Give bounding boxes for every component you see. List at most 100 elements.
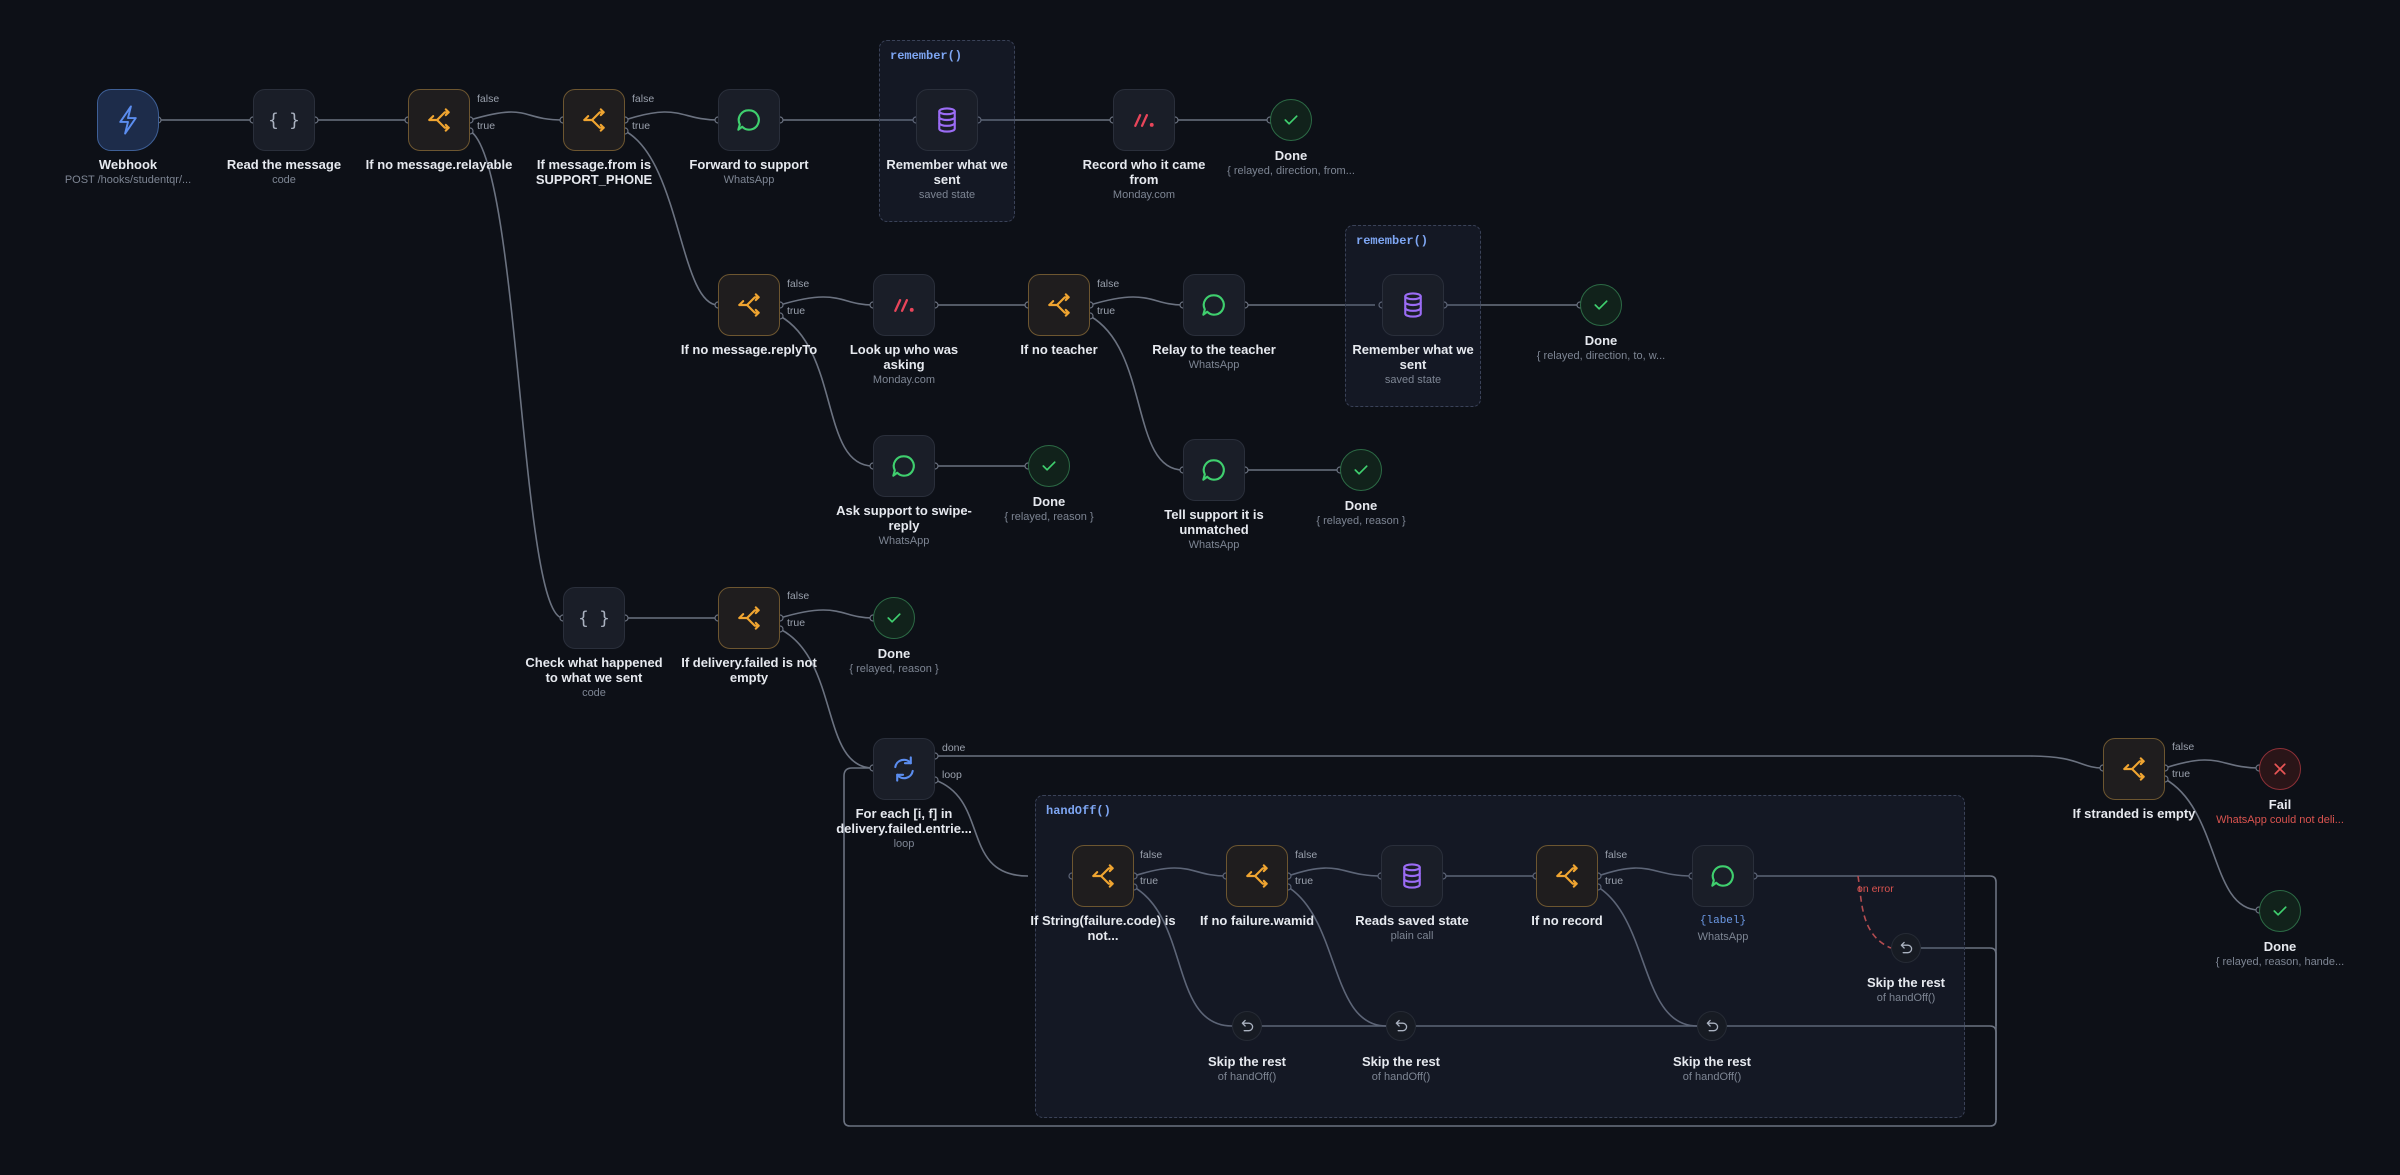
branch-icon — [719, 588, 779, 648]
node-label: If String(failure.code) is not... — [1030, 913, 1176, 943]
chat-icon — [1693, 846, 1753, 906]
node-label: Read the message code — [226, 157, 342, 186]
bolt-icon — [98, 90, 158, 150]
chat-icon — [1184, 440, 1244, 500]
done-node-1[interactable] — [1270, 99, 1312, 141]
remember-node-1[interactable] — [916, 89, 978, 151]
node-label: If no record — [1531, 913, 1603, 928]
done-node-6[interactable] — [2259, 890, 2301, 932]
chat-icon — [1184, 275, 1244, 335]
node-label: Ask support to swipe-reply WhatsApp — [836, 503, 972, 547]
node-label: Remember what we sent saved state — [886, 157, 1008, 201]
whatsapp-label-node[interactable] — [1692, 845, 1754, 907]
node-label: Record who it came from Monday.com — [1082, 157, 1206, 201]
port-label-false: false — [477, 93, 500, 105]
node-label: Tell support it is unmatched WhatsApp — [1164, 507, 1264, 551]
monday-icon — [1114, 90, 1174, 150]
lookup-node[interactable] — [873, 274, 935, 336]
if-failed-node[interactable] — [718, 587, 780, 649]
webhook-node[interactable] — [97, 89, 159, 151]
port-label-true: true — [1140, 875, 1159, 887]
node-label: Look up who was asking Monday.com — [849, 342, 959, 386]
branch-icon — [1073, 846, 1133, 906]
port-label-false: false — [1140, 849, 1163, 861]
check-icon — [1581, 285, 1621, 325]
branch-icon — [1537, 846, 1597, 906]
forward-node[interactable] — [718, 89, 780, 151]
close-icon — [2260, 749, 2300, 789]
read-message-node[interactable]: { } — [253, 89, 315, 151]
node-label: Done{ relayed, reason } — [1316, 498, 1406, 527]
edge — [935, 755, 2104, 769]
port-label-true: true — [632, 120, 651, 132]
skip-node-1[interactable] — [1232, 1011, 1262, 1041]
edge — [1089, 296, 1184, 306]
node-label: Done{ relayed, direction, from... — [1227, 148, 1355, 177]
node-label: {label} WhatsApp — [1697, 915, 1749, 943]
branch-icon — [2104, 739, 2164, 799]
if-code-node[interactable] — [1072, 845, 1134, 907]
node-label: Done{ relayed, reason } — [849, 646, 939, 675]
reads-state-node[interactable] — [1381, 845, 1443, 907]
database-icon — [917, 90, 977, 150]
if-from-node[interactable] — [563, 89, 625, 151]
check-icon — [874, 598, 914, 638]
remember-node-2[interactable] — [1382, 274, 1444, 336]
done-node-4[interactable] — [1340, 449, 1382, 491]
relay-node[interactable] — [1183, 274, 1245, 336]
port-label-false: false — [787, 590, 810, 602]
foreach-node[interactable] — [873, 738, 935, 800]
skip-node-3[interactable] — [1697, 1011, 1727, 1041]
node-label: If no message.relayable — [365, 157, 513, 172]
check-icon — [1341, 450, 1381, 490]
check-icon — [2260, 891, 2300, 931]
node-label: Skip the rest of handOff() — [1207, 1054, 1287, 1083]
if-replyto-node[interactable] — [718, 274, 780, 336]
check-node[interactable]: { } — [563, 587, 625, 649]
edge — [624, 111, 719, 121]
node-label: If no message.replyTo — [680, 342, 818, 357]
node-label: Relay to the teacher WhatsApp — [1152, 342, 1276, 371]
node-label: Done{ relayed, direction, to, w... — [1536, 333, 1666, 362]
node-label: For each [i, f] in delivery.failed.entri… — [836, 806, 972, 850]
done-node-3[interactable] — [1028, 445, 1070, 487]
done-node-5[interactable] — [873, 597, 915, 639]
port-label-true: true — [1295, 875, 1314, 887]
skip-node-2[interactable] — [1386, 1011, 1416, 1041]
node-label: Reads saved state plain call — [1355, 913, 1469, 942]
fail-node[interactable] — [2259, 748, 2301, 790]
node-label: Skip the rest of handOff() — [1866, 975, 1946, 1004]
node-label: If no failure.wamid — [1199, 913, 1315, 928]
undo-icon — [1698, 1012, 1726, 1040]
chat-icon — [874, 436, 934, 496]
node-label: If delivery.failed is not empty — [681, 655, 817, 685]
database-icon — [1382, 846, 1442, 906]
if-record-node[interactable] — [1536, 845, 1598, 907]
undo-icon — [1387, 1012, 1415, 1040]
port-label-true: true — [2172, 768, 2191, 780]
skip-node-4[interactable] — [1891, 933, 1921, 963]
if-teacher-node[interactable] — [1028, 274, 1090, 336]
group-title: remember() — [1356, 234, 1429, 248]
port-label-true: true — [477, 120, 496, 132]
tell-support-node[interactable] — [1183, 439, 1245, 501]
edge — [779, 315, 874, 467]
workflow-canvas: remember() remember() handOff() false tr… — [0, 0, 2400, 1175]
node-label: Done{ relayed, reason, hande... — [2215, 939, 2345, 968]
group-title: remember() — [890, 49, 963, 63]
undo-icon — [1233, 1012, 1261, 1040]
node-label: Webhook POST /hooks/studentqr/... — [64, 157, 192, 186]
chat-icon — [719, 90, 779, 150]
port-label-true: true — [1097, 305, 1116, 317]
edge — [2164, 759, 2260, 769]
done-node-2[interactable] — [1580, 284, 1622, 326]
if-relayable-node[interactable] — [408, 89, 470, 151]
port-label-loop: loop — [942, 769, 962, 781]
if-wamid-node[interactable] — [1226, 845, 1288, 907]
record-node[interactable] — [1113, 89, 1175, 151]
ask-support-node[interactable] — [873, 435, 935, 497]
node-label: If stranded is empty — [2072, 806, 2196, 821]
if-stranded-node[interactable] — [2103, 738, 2165, 800]
branch-icon — [409, 90, 469, 150]
node-label: Check what happened to what we sent code — [525, 655, 663, 699]
